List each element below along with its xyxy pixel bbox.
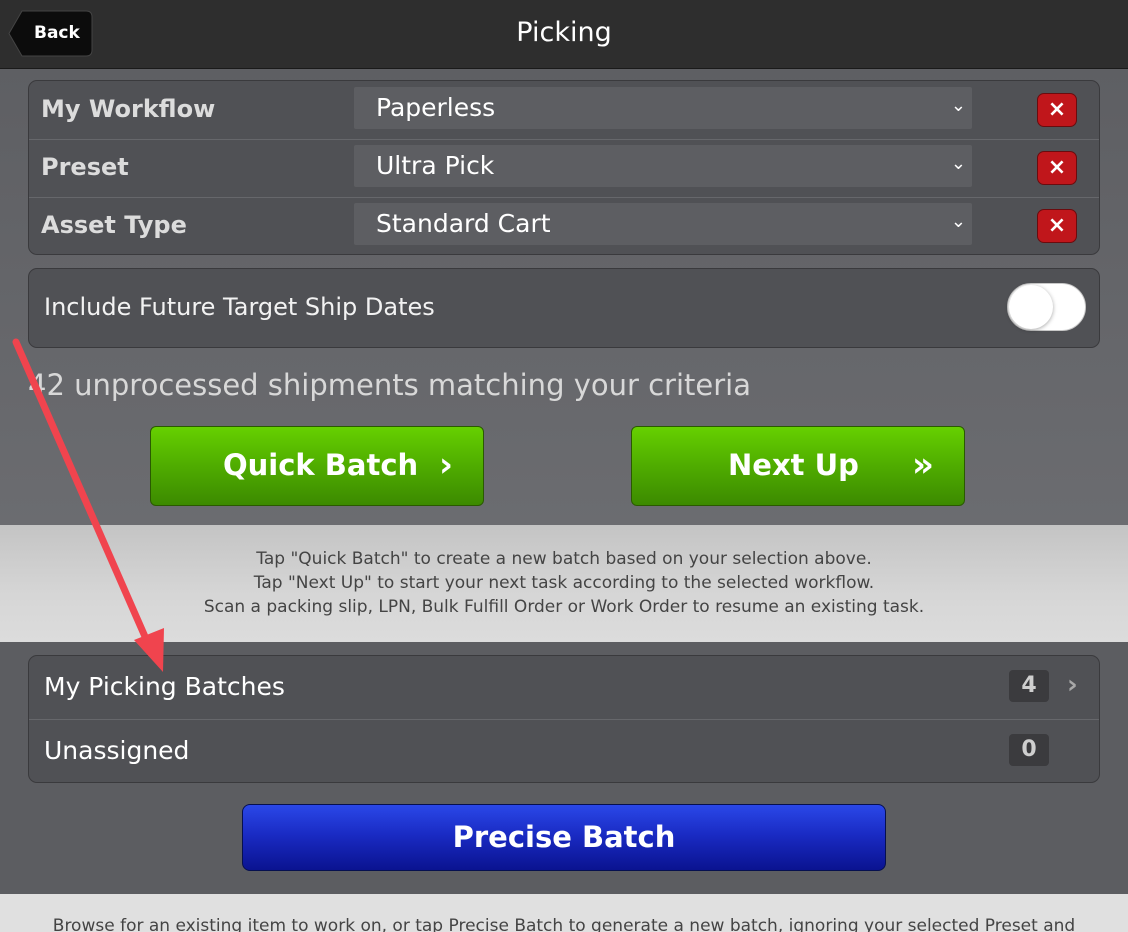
- next-up-label: Next Up: [728, 448, 859, 482]
- chevron-right-icon: ›: [1067, 670, 1078, 700]
- toggle-knob: [1009, 285, 1053, 329]
- help-text-browse: Browse for an existing item to work on, …: [52, 916, 1076, 932]
- asset-type-select[interactable]: Standard Cart ⌄: [354, 203, 972, 245]
- filter-label: Preset: [41, 153, 129, 181]
- preset-select[interactable]: Ultra Pick ⌄: [354, 145, 972, 187]
- filter-label: My Workflow: [41, 95, 216, 123]
- page-title: Picking: [516, 17, 612, 48]
- list-item-label: My Picking Batches: [44, 672, 285, 701]
- quick-batch-label: Quick Batch: [223, 448, 419, 482]
- secondary-help-panel: Browse for an existing item to work on, …: [0, 894, 1128, 932]
- chevron-down-icon: ⌄: [950, 153, 966, 174]
- future-dates-toggle[interactable]: [1007, 283, 1086, 331]
- list-item-my-picking-batches[interactable]: My Picking Batches 4 ›: [29, 656, 1099, 719]
- select-value: Standard Cart: [376, 209, 551, 238]
- count-badge: 4: [1009, 670, 1049, 702]
- workflow-select[interactable]: Paperless ⌄: [354, 87, 972, 129]
- next-up-button[interactable]: Next Up »: [631, 426, 965, 506]
- select-value: Paperless: [376, 93, 496, 122]
- filter-row-preset: Preset Ultra Pick ⌄ ×: [29, 139, 1099, 197]
- double-chevron-right-icon: »: [912, 445, 934, 485]
- top-bar: Back Picking: [0, 0, 1128, 69]
- help-panel: Tap "Quick Batch" to create a new batch …: [0, 525, 1128, 642]
- quick-batch-button[interactable]: Quick Batch ›: [150, 426, 484, 506]
- batch-list: My Picking Batches 4 › Unassigned 0: [28, 655, 1100, 783]
- count-badge: 0: [1009, 734, 1049, 766]
- filter-row-asset-type: Asset Type Standard Cart ⌄ ×: [29, 197, 1099, 255]
- help-text-scan: Scan a packing slip, LPN, Bulk Fulfill O…: [203, 597, 925, 617]
- future-dates-panel: Include Future Target Ship Dates: [28, 268, 1100, 348]
- clear-workflow-button[interactable]: ×: [1037, 93, 1077, 127]
- filter-panel: My Workflow Paperless ⌄ × Preset Ultra P…: [28, 80, 1100, 255]
- criteria-count-text: 42 unprocessed shipments matching your c…: [28, 368, 752, 402]
- future-dates-label: Include Future Target Ship Dates: [44, 293, 435, 321]
- precise-batch-button[interactable]: Precise Batch: [242, 804, 886, 871]
- filter-row-workflow: My Workflow Paperless ⌄ ×: [29, 81, 1099, 139]
- clear-preset-button[interactable]: ×: [1037, 151, 1077, 185]
- help-text-quick-batch: Tap "Quick Batch" to create a new batch …: [256, 549, 872, 569]
- help-text-next-up: Tap "Next Up" to start your next task ac…: [253, 573, 875, 593]
- list-item-unassigned[interactable]: Unassigned 0: [29, 720, 1099, 783]
- chevron-right-icon: ›: [439, 445, 454, 485]
- chevron-down-icon: ⌄: [950, 95, 966, 116]
- select-value: Ultra Pick: [376, 151, 495, 180]
- clear-asset-type-button[interactable]: ×: [1037, 209, 1077, 243]
- chevron-down-icon: ⌄: [950, 211, 966, 232]
- filter-label: Asset Type: [41, 211, 187, 239]
- list-item-label: Unassigned: [44, 736, 190, 765]
